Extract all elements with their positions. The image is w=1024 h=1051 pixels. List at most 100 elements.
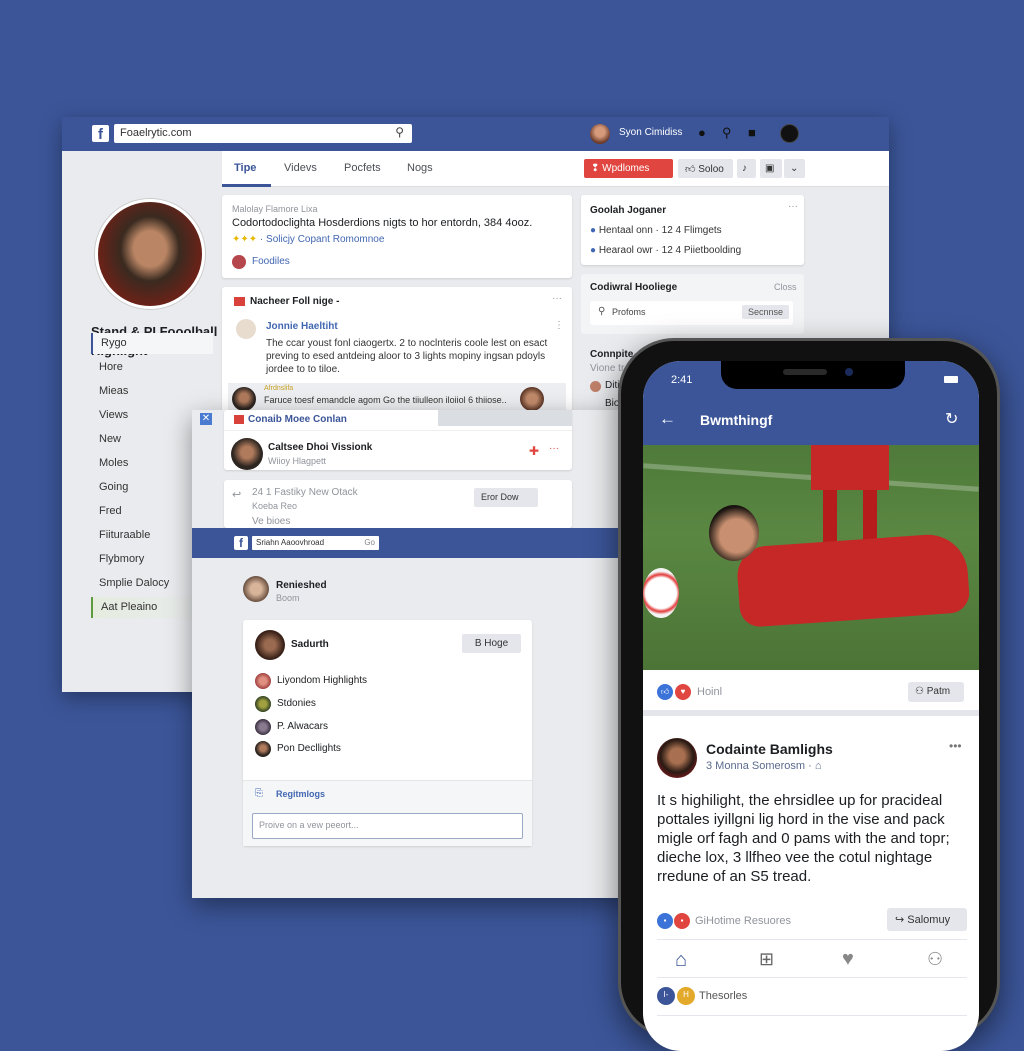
search-input[interactable]: Sriahn Aaoovhroad Go — [252, 536, 379, 550]
card-footer: ⎘ Regitmlogs Proive on a vew peeort... — [243, 780, 532, 846]
commenter-avatar — [520, 387, 544, 411]
messages-icon[interactable]: ■ — [748, 125, 756, 140]
share-icon[interactable]: ♪ — [737, 159, 756, 178]
list-avatar — [255, 741, 271, 757]
group-card: Sadurth B Hoge Liyondom Highlights Stdon… — [243, 620, 532, 846]
card-title: Codiwral Hooliege — [590, 282, 678, 293]
notifications-icon[interactable] — [780, 124, 799, 143]
like-button[interactable]: 👍︎ Soloo — [678, 159, 733, 178]
friends-icon[interactable]: ● — [698, 125, 706, 140]
card-action[interactable]: Regitmlogs — [276, 789, 325, 799]
user-name[interactable]: Syon Cimidiss — [619, 127, 682, 138]
list-item[interactable]: Stdonies — [277, 698, 316, 709]
close-icon[interactable]: ✕ — [200, 413, 212, 425]
row-avatar — [590, 381, 601, 392]
kebab-icon[interactable]: ⋮ — [554, 320, 564, 331]
page-avatar — [232, 255, 246, 269]
list-item[interactable]: P. Alwacars — [277, 721, 328, 732]
tab[interactable]: Videvs — [284, 162, 317, 174]
person-sub: Wiioy Hlagpett — [268, 456, 327, 466]
post-header: Nacheer Foll nige - — [250, 296, 340, 307]
info-row: Hearaol owr · 12 4 Piietboolding — [598, 245, 742, 256]
author-avatar[interactable] — [657, 738, 697, 778]
phone-mockup: 2:41 ← Bwmthingf ↻ 👍︎ ♥ Hoinl ⚇ Patm Cod… — [618, 338, 1000, 1051]
like-label: Soloo — [698, 164, 724, 175]
person-name[interactable]: Caltsee Dhoi Vissionk — [268, 442, 372, 453]
message-icon[interactable]: ▣ — [760, 159, 782, 178]
post-tags[interactable]: Solicjy Copant Romomnoe — [266, 234, 384, 245]
notice-link[interactable]: Ve bioes — [252, 516, 290, 527]
heart-icon[interactable]: ♥ — [842, 948, 854, 971]
tab[interactable]: Tipe — [234, 162, 256, 174]
phone-screen: 2:41 ← Bwmthingf ↻ 👍︎ ♥ Hoinl ⚇ Patm Cod… — [643, 361, 979, 1051]
page-link[interactable]: Foodiles — [252, 256, 290, 267]
story-header[interactable]: Conaib Moee Conlan — [248, 414, 347, 425]
post-text: It s highilight, the ehrsidlee up for pr… — [657, 792, 950, 885]
back-arrow-icon[interactable]: ← — [659, 409, 676, 429]
footage-card: Codiwral Hooliege Closs ⚲ Profoms Secnns… — [581, 274, 804, 334]
status-time: 2:41 — [671, 374, 693, 386]
close-link[interactable]: Closs — [774, 282, 797, 292]
group-avatar — [255, 630, 285, 660]
rating-icon: ✦✦✦ — [232, 234, 260, 245]
search-icon[interactable]: ⚲ — [395, 125, 404, 139]
page-flag-icon — [234, 297, 245, 306]
battery-icon — [944, 376, 958, 383]
notice-sub: Koeba Reo — [252, 501, 298, 511]
highlight-photo[interactable] — [643, 445, 979, 670]
post-author[interactable]: Jonnie Haeltiht — [266, 321, 338, 332]
footage-search[interactable]: ⚲ Profoms Secnnse — [590, 301, 793, 325]
profile-icon[interactable]: ⚇ — [927, 949, 943, 970]
more-icon[interactable]: ··· — [552, 293, 562, 304]
refresh-icon[interactable]: ↻ — [945, 409, 958, 429]
post-meta: 3 Monna Somerosm · — [706, 760, 812, 772]
phone-title: Bwmthingf — [700, 412, 773, 428]
facebook-logo-icon[interactable]: f — [234, 536, 248, 550]
primary-action-button[interactable]: ❢ Wpdlomes — [584, 159, 673, 178]
sidebar-item[interactable]: Rygo — [91, 333, 213, 354]
sidebar-item[interactable]: Mieas — [91, 381, 213, 402]
post-headline[interactable]: Codortodoclighta Hosderdions nigts to ho… — [232, 217, 532, 229]
commenter-avatar — [232, 387, 256, 411]
list-item[interactable]: Liyondom Highlights — [277, 675, 367, 686]
page-button[interactable]: B Hoge — [462, 634, 521, 653]
author-name[interactable]: Renieshed — [276, 580, 327, 591]
user-avatar[interactable] — [590, 124, 610, 144]
tab-bar: Tipe Videvs Pocfets Nogs ❢ Wpdlomes 👍︎ S… — [222, 151, 889, 187]
profile-picture[interactable] — [95, 199, 205, 309]
reply-icon: ↩ — [232, 489, 242, 501]
facebook-logo-icon[interactable]: f — [92, 125, 109, 143]
comment-input[interactable]: Proive on a vew peeort... — [252, 813, 523, 839]
tab[interactable]: Nogs — [407, 162, 433, 174]
notice-title: 24 1 Fastiky New Otack — [252, 487, 358, 498]
news-icon[interactable]: ⊞ — [759, 949, 774, 970]
search-icon[interactable]: ⚲ — [722, 125, 732, 141]
author-sub: Boom — [276, 593, 300, 603]
notice-button[interactable]: Eror Dow — [474, 488, 538, 507]
tab[interactable]: Pocfets — [344, 162, 381, 174]
thumbs-up-icon: 👍︎ — [685, 164, 699, 175]
share-button[interactable]: ↪ Salomuy — [887, 908, 967, 931]
search-button[interactable]: Secnnse — [742, 305, 790, 319]
more-icon[interactable]: ··· — [549, 443, 559, 454]
comment-label: Afrdnslifa — [264, 385, 294, 392]
sidebar-item[interactable]: Hore — [91, 357, 213, 378]
search-placeholder: Profoms — [612, 307, 646, 317]
list-item[interactable]: Pon Decllights — [277, 743, 341, 754]
more-icon[interactable]: ··· — [788, 201, 798, 212]
card-title: Connpite — [590, 349, 634, 360]
search-go[interactable]: Go — [364, 538, 375, 547]
plus-icon[interactable]: ✚ — [529, 444, 539, 458]
reaction-bar: 👍︎ ♥ Hoinl ⚇ Patm — [643, 670, 979, 716]
chevron-down-icon[interactable]: ⌄ — [784, 159, 805, 178]
home-icon[interactable]: ⌂ — [675, 949, 687, 972]
stories-label[interactable]: Thesorles — [699, 990, 747, 1002]
post-author[interactable]: Codainte Bamlighs — [706, 741, 833, 757]
profile-button[interactable]: ⚇ Patm — [908, 682, 964, 702]
profile-button-label: Patm — [926, 686, 951, 697]
overlay-top-bar: f Sriahn Aaoovhroad Go — [192, 528, 632, 558]
info-card: Goolah Joganer ··· ● Hentaal onn · 12 4 … — [581, 195, 804, 265]
search-input[interactable]: Foaelrytic.com ⚲ — [114, 124, 412, 143]
group-name[interactable]: Sadurth — [291, 639, 329, 650]
more-icon[interactable]: ••• — [949, 739, 962, 753]
